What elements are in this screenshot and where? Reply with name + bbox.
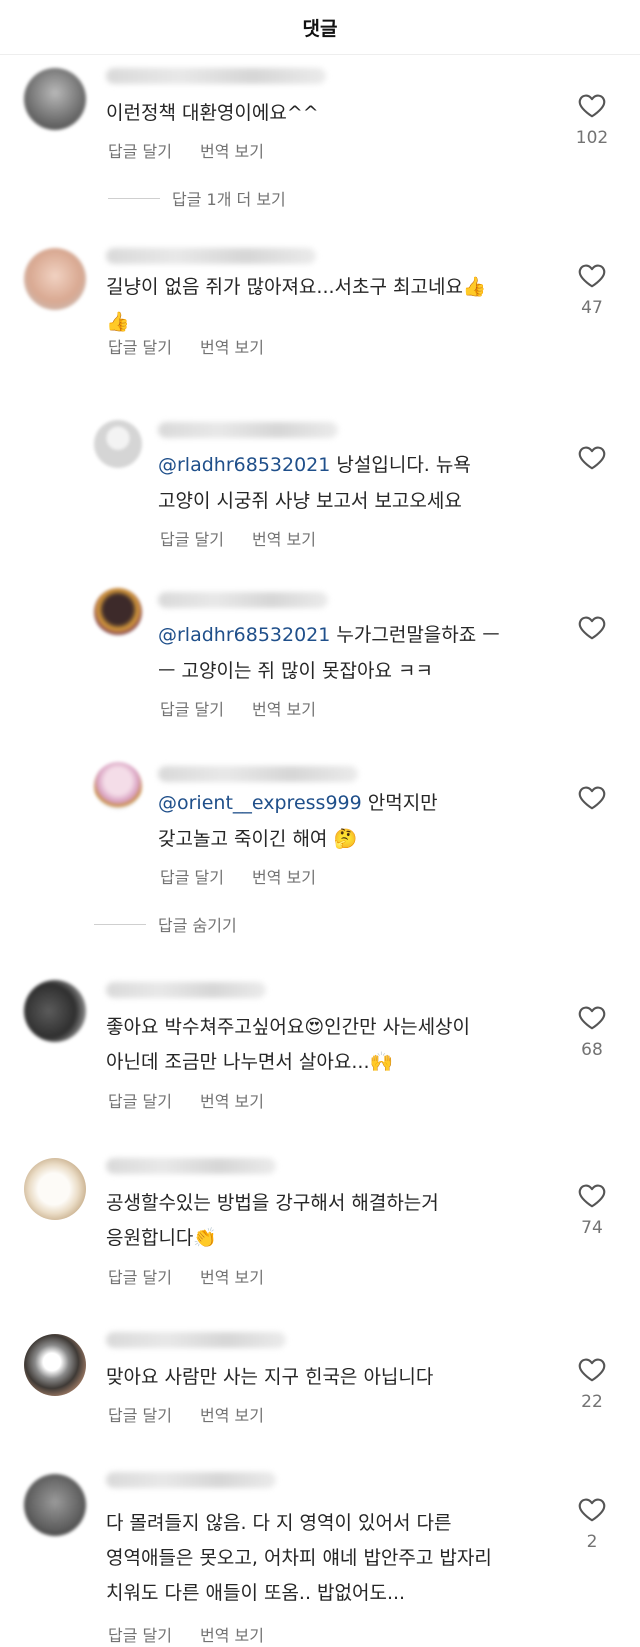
comment-text: 좋아요 박수쳐주고싶어요😍인간만 사는세상이 — [106, 1016, 471, 1038]
comment-text: 공생할수있는 방법을 강구해서 해결하는거 — [106, 1192, 439, 1214]
translate-button[interactable]: 번역 보기 — [252, 526, 316, 550]
translate-button[interactable]: 번역 보기 — [252, 864, 316, 888]
hide-replies-button[interactable]: 답글 숨기기 — [94, 912, 237, 936]
like-control: 68 — [574, 1002, 610, 1060]
username[interactable] — [106, 248, 316, 264]
view-more-replies-button[interactable]: 답글 1개 더 보기 — [108, 186, 286, 210]
heart-icon[interactable] — [577, 1002, 607, 1032]
reply-text: 갖고놀고 죽이긴 해여 🤔 — [158, 828, 358, 850]
like-control: 22 — [574, 1354, 610, 1412]
mention-link[interactable]: @rladhr68532021 — [158, 624, 330, 646]
reply-button[interactable]: 답글 달기 — [108, 1402, 172, 1426]
username[interactable] — [158, 766, 358, 782]
like-control: 102 — [574, 90, 610, 148]
comment-text: 맞아요 사람만 사는 지구 힌국은 아닙니다 — [106, 1366, 434, 1388]
divider — [108, 197, 160, 199]
like-control: 2 — [574, 1494, 610, 1552]
username[interactable] — [106, 68, 326, 84]
comment-text: 아닌데 조금만 나누면서 살아요...🙌 — [106, 1051, 394, 1073]
like-count: 74 — [581, 1218, 603, 1238]
page-title: 댓글 — [302, 17, 338, 40]
avatar[interactable] — [24, 68, 86, 130]
translate-button[interactable]: 번역 보기 — [200, 1264, 264, 1288]
mention-link[interactable]: @orient__express999 — [158, 792, 362, 814]
comment-text: 치워도 다른 애들이 또옴.. 밥없어도... — [106, 1582, 406, 1604]
reply-text: 고양이 시궁쥐 사냥 보고서 보고오세요 — [158, 490, 462, 512]
reply-button[interactable]: 답글 달기 — [108, 1622, 172, 1646]
reply-text: @rladhr68532021 낭설입니다. 뉴욕 — [158, 454, 471, 476]
like-count: 68 — [581, 1040, 603, 1060]
avatar[interactable] — [94, 762, 142, 810]
divider — [94, 923, 146, 925]
comment-actions: 답글 달기 번역 보기 — [160, 526, 316, 550]
hide-replies-label: 답글 숨기기 — [158, 916, 237, 935]
reply-button[interactable]: 답글 달기 — [160, 696, 224, 720]
heart-icon[interactable] — [577, 1354, 607, 1384]
translate-button[interactable]: 번역 보기 — [200, 1622, 264, 1646]
like-count: 47 — [581, 298, 603, 318]
avatar[interactable] — [24, 1474, 86, 1536]
like-control — [574, 442, 610, 472]
comment-text: 응원합니다👏 — [106, 1227, 218, 1249]
username[interactable] — [158, 592, 328, 608]
reply-text: ㅡ 고양이는 쥐 많이 못잡아요 ㅋㅋ — [158, 660, 433, 682]
translate-button[interactable]: 번역 보기 — [200, 334, 264, 358]
username[interactable] — [106, 1332, 286, 1348]
reply-text: @rladhr68532021 누가그런말을하죠 ㅡ — [158, 624, 500, 646]
heart-icon[interactable] — [577, 90, 607, 120]
comment-text: 다 몰려들지 않음. 다 지 영역이 있어서 다른 — [106, 1512, 452, 1534]
reply-button[interactable]: 답글 달기 — [108, 1088, 172, 1112]
mention-link[interactable]: @rladhr68532021 — [158, 454, 330, 476]
translate-button[interactable]: 번역 보기 — [200, 1402, 264, 1426]
username[interactable] — [106, 1158, 276, 1174]
comment-actions: 답글 달기 번역 보기 — [108, 1622, 264, 1646]
heart-icon[interactable] — [577, 612, 607, 642]
comment-actions: 답글 달기 번역 보기 — [160, 864, 316, 888]
like-control: 74 — [574, 1180, 610, 1238]
username[interactable] — [158, 422, 338, 438]
heart-icon[interactable] — [577, 442, 607, 472]
reply-button[interactable]: 답글 달기 — [108, 138, 172, 162]
avatar[interactable] — [24, 248, 86, 310]
reply-button[interactable]: 답글 달기 — [108, 1264, 172, 1288]
avatar[interactable] — [24, 1158, 86, 1220]
reply-button[interactable]: 답글 달기 — [160, 526, 224, 550]
like-control — [574, 612, 610, 642]
avatar[interactable] — [24, 1334, 86, 1396]
comment-actions: 답글 달기 번역 보기 — [108, 1402, 264, 1426]
avatar[interactable] — [94, 588, 142, 636]
username[interactable] — [106, 1472, 276, 1488]
comment-actions: 답글 달기 번역 보기 — [108, 334, 264, 358]
translate-button[interactable]: 번역 보기 — [252, 696, 316, 720]
view-more-replies-label: 답글 1개 더 보기 — [172, 190, 286, 209]
avatar[interactable] — [94, 420, 142, 468]
comments-header: 댓글 — [0, 0, 640, 55]
comment-actions: 답글 달기 번역 보기 — [108, 1264, 264, 1288]
reply-button[interactable]: 답글 달기 — [108, 334, 172, 358]
username[interactable] — [106, 982, 266, 998]
like-control: 47 — [574, 260, 610, 318]
comment-actions: 답글 달기 번역 보기 — [108, 1088, 264, 1112]
heart-icon[interactable] — [577, 260, 607, 290]
translate-button[interactable]: 번역 보기 — [200, 1088, 264, 1112]
heart-icon[interactable] — [577, 1180, 607, 1210]
avatar[interactable] — [24, 980, 86, 1042]
like-count: 2 — [586, 1532, 598, 1552]
comment-actions: 답글 달기 번역 보기 — [160, 696, 316, 720]
like-control — [574, 782, 610, 812]
translate-button[interactable]: 번역 보기 — [200, 138, 264, 162]
heart-icon[interactable] — [577, 1494, 607, 1524]
comment-text: 길냥이 없음 쥐가 많아져요...서초구 최고네요👍 — [106, 276, 487, 298]
reply-text: @orient__express999 안먹지만 — [158, 792, 438, 814]
comment-text: 영역애들은 못오고, 어차피 얘네 밥안주고 밥자리 — [106, 1547, 492, 1569]
comment-actions: 답글 달기 번역 보기 — [108, 138, 264, 162]
like-count: 22 — [581, 1392, 603, 1412]
comment-text: 이런정책 대환영이에요^^ — [106, 102, 319, 124]
reply-button[interactable]: 답글 달기 — [160, 864, 224, 888]
heart-icon[interactable] — [577, 782, 607, 812]
like-count: 102 — [575, 128, 609, 148]
